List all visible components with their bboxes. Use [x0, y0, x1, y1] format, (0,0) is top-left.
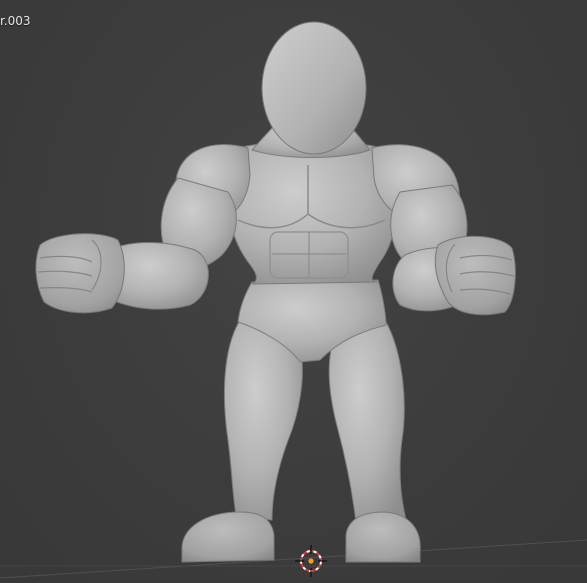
3d-cursor-icon[interactable]: [295, 545, 327, 577]
torso: [225, 140, 398, 285]
scene-canvas[interactable]: [0, 0, 587, 583]
ground-grid: [0, 539, 587, 579]
3d-viewport[interactable]: r.003: [0, 0, 587, 583]
left-foot: [181, 511, 275, 563]
head: [261, 21, 367, 155]
right-leg: [328, 319, 407, 523]
character-model[interactable]: [35, 21, 516, 563]
left-forearm: [109, 242, 209, 310]
right-foot: [345, 511, 421, 563]
